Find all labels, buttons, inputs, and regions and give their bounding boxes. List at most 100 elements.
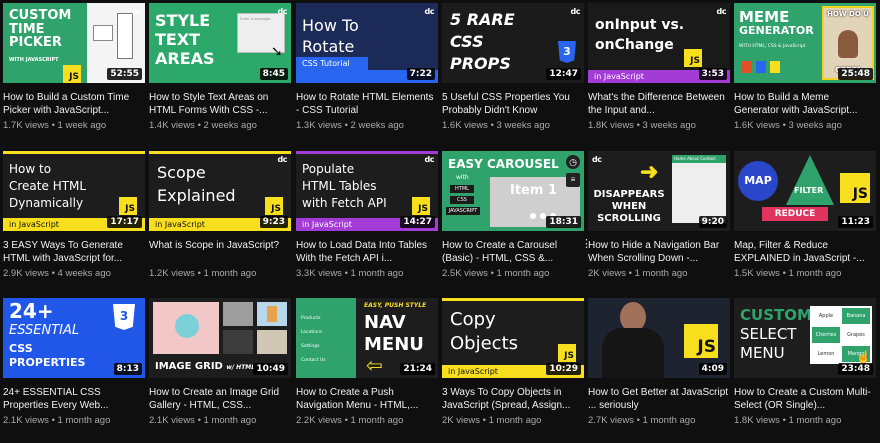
- thumb-heading: onInput vs. onChange: [595, 17, 685, 53]
- duration-badge: 7:22: [406, 68, 435, 80]
- duration-badge: 8:45: [259, 68, 288, 80]
- thumb-subtext: EASY, PUSH STYLE: [364, 302, 427, 309]
- video-card[interactable]: MEME GENERATOR WITH HTML, CSS & JavaScrip…: [734, 3, 876, 131]
- thumb-heading: NAV MENU: [364, 312, 424, 355]
- view-count: 3.3K views: [296, 268, 342, 279]
- video-card[interactable]: CUSTOM TIME PICKER WITH JAVASCRIPT JS dc 5…: [3, 3, 145, 131]
- thumb-subtext: with: [456, 174, 469, 181]
- channel-logo-icon: dc: [716, 7, 727, 16]
- video-title[interactable]: How to Get Better at JavaScript ... seri…: [588, 386, 730, 412]
- video-thumbnail[interactable]: onInput vs. onChange in JavaScript JS dc …: [588, 3, 730, 83]
- video-card[interactable]: 5 RARE CSS PROPS 3 dc 12:47 5 Useful CSS P…: [442, 3, 584, 131]
- channel-logo-icon: dc: [592, 155, 602, 164]
- thumb-heading: Scope Explained: [157, 163, 236, 205]
- video-card[interactable]: Scope Explained in JavaScript JS dc 9:23 …: [149, 151, 291, 279]
- video-title[interactable]: How to Create an Image Grid Gallery - HT…: [149, 386, 291, 412]
- js-logo-icon: JS: [119, 197, 137, 215]
- view-count: 1.8K views: [734, 415, 780, 426]
- video-thumbnail[interactable]: Scope Explained in JavaScript JS dc 9:23: [149, 151, 291, 231]
- js-logo-icon: JS: [412, 197, 430, 215]
- video-title[interactable]: 24+ ESSENTIAL CSS Properties Every Web..…: [3, 386, 145, 412]
- thumb-subtext: WITH HTML, CSS & JavaScript: [739, 44, 806, 49]
- video-card[interactable]: Copy Objects in JavaScript JS 10:29 3 Way…: [442, 298, 584, 426]
- topic-tag: in JavaScript: [448, 367, 498, 376]
- video-title[interactable]: What's the Difference Between the Input …: [588, 91, 730, 117]
- upload-age: 1 month ago: [788, 268, 842, 279]
- video-card[interactable]: 24+ ESSENTIAL CSS PROPERTIES 3 8:13 24+ E…: [3, 298, 145, 426]
- video-card[interactable]: How to Create HTML Dynamically in JavaScri…: [3, 151, 145, 279]
- video-title[interactable]: How to Load Data Into Tables With the Fe…: [296, 239, 438, 265]
- video-thumbnail[interactable]: CUSTOM TIME PICKER WITH JAVASCRIPT JS dc 5…: [3, 3, 145, 83]
- video-thumbnail[interactable]: EASY CAROUSEL with HTML CSS JAVASCRIPT I…: [442, 151, 584, 231]
- html-chip: HTML: [450, 185, 474, 193]
- upload-age: 1 week ago: [57, 120, 107, 131]
- video-title[interactable]: How to Build a Custom Time Picker with J…: [3, 91, 145, 117]
- video-title[interactable]: How to Style Text Areas on HTML Forms Wi…: [149, 91, 291, 117]
- video-card[interactable]: EASY CAROUSEL with HTML CSS JAVASCRIPT I…: [442, 151, 592, 279]
- video-meta: 3.3K views • 1 month ago: [296, 268, 404, 279]
- presenter-body: [602, 328, 664, 378]
- video-meta: 2.1K views • 1 month ago: [149, 415, 257, 426]
- video-title[interactable]: 3 EASY Ways To Generate HTML with JavaSc…: [3, 239, 145, 265]
- video-thumbnail[interactable]: MEME GENERATOR WITH HTML, CSS & JavaScrip…: [734, 3, 876, 83]
- video-thumbnail[interactable]: CUSTOM SELECT MENU Apple Banana Cherries G…: [734, 298, 876, 378]
- video-thumbnail[interactable]: 24+ ESSENTIAL CSS PROPERTIES 3 8:13: [3, 298, 145, 378]
- video-thumbnail[interactable]: STYLE TEXT AREAS Enter a message... ➘ dc 8…: [149, 3, 291, 83]
- view-count: 1.3K views: [296, 120, 342, 131]
- video-thumbnail[interactable]: How To Rotate CSS Tutorial dc 7:22: [296, 3, 438, 83]
- video-title[interactable]: How to Build a Meme Generator with JavaS…: [734, 91, 876, 117]
- upload-age: 3 weeks ago: [496, 120, 550, 131]
- duration-badge: 10:29: [546, 363, 581, 375]
- video-thumbnail[interactable]: MAP FILTER REDUCE JS 11:23: [734, 151, 876, 231]
- video-thumbnail[interactable]: JS 4:09: [588, 298, 730, 378]
- js-logo-icon: JS: [265, 197, 283, 215]
- video-card[interactable]: IMAGE GRID w/ HTML 10:49 How to Create a…: [149, 298, 291, 426]
- video-title[interactable]: How to Create a Carousel (Basic) - HTML,…: [442, 239, 584, 265]
- grid-image-3: [257, 302, 287, 326]
- video-thumbnail[interactable]: Products Locations Settings Contact Us E…: [296, 298, 438, 378]
- video-title[interactable]: Map, Filter & Reduce EXPLAINED in JavaSc…: [734, 239, 876, 265]
- video-title[interactable]: What is Scope in JavaScript?: [149, 239, 291, 265]
- video-thumbnail[interactable]: Populate HTML Tables with Fetch API in Jav…: [296, 151, 438, 231]
- video-thumbnail[interactable]: How to Create HTML Dynamically in JavaScri…: [3, 151, 145, 231]
- thumb-heading: DISAPPEARS WHEN SCROLLING: [593, 189, 665, 224]
- css3-logo-icon: 3: [558, 41, 576, 63]
- video-thumbnail[interactable]: IMAGE GRID w/ HTML 10:49: [149, 298, 291, 378]
- upload-age: 3 weeks ago: [642, 120, 696, 131]
- video-card[interactable]: MAP FILTER REDUCE JS 11:23 Map, Filter &…: [734, 151, 876, 279]
- map-circle: MAP: [738, 161, 778, 201]
- thumb-heading: How to Create HTML Dynamically: [9, 162, 87, 210]
- upload-age: 1 month ago: [203, 415, 257, 426]
- video-title[interactable]: How to Create a Push Navigation Menu - H…: [296, 386, 438, 412]
- js-logo-icon: JS: [840, 173, 870, 203]
- channel-logo-icon: dc: [424, 7, 435, 16]
- video-meta: 1.6K views • 3 weeks ago: [734, 120, 842, 131]
- add-to-queue-icon[interactable]: ≡: [566, 173, 580, 187]
- video-thumbnail[interactable]: Home About Contact ➜ DISAPPEARS WHEN SCROL…: [588, 151, 730, 231]
- video-card[interactable]: CUSTOM SELECT MENU Apple Banana Cherries G…: [734, 298, 876, 426]
- video-thumbnail[interactable]: 5 RARE CSS PROPS 3 dc 12:47: [442, 3, 584, 83]
- video-title[interactable]: How to Rotate HTML Elements - CSS Tutori…: [296, 91, 438, 117]
- view-count: 1.7K views: [3, 120, 49, 131]
- video-card[interactable]: onInput vs. onChange in JavaScript JS dc …: [588, 3, 730, 131]
- watch-later-icon[interactable]: ◷: [566, 155, 580, 169]
- duration-badge: 21:24: [400, 363, 435, 375]
- view-count: 1.2K views: [149, 268, 195, 279]
- video-title[interactable]: How to Create a Custom Multi-Select (OR …: [734, 386, 876, 412]
- filter-label: FILTER: [794, 186, 824, 195]
- duration-badge: 25:48: [838, 68, 873, 80]
- video-meta: 1.2K views • 1 month ago: [149, 268, 257, 279]
- video-title[interactable]: 5 Useful CSS Properties You Probably Did…: [442, 91, 584, 117]
- video-card[interactable]: Populate HTML Tables with Fetch API in Jav…: [296, 151, 438, 279]
- video-card[interactable]: JS 4:09 How to Get Better at JavaScript …: [588, 298, 730, 426]
- thumb-heading: Copy Objects: [450, 309, 519, 354]
- video-card[interactable]: How To Rotate CSS Tutorial dc 7:22 How to…: [296, 3, 438, 131]
- video-title[interactable]: How to Hide a Navigation Bar When Scroll…: [588, 239, 730, 265]
- video-card[interactable]: Products Locations Settings Contact Us E…: [296, 298, 438, 426]
- video-title[interactable]: 3 Ways To Copy Objects in JavaScript (Sp…: [442, 386, 584, 412]
- video-card[interactable]: Home About Contact ➜ DISAPPEARS WHEN SCROL…: [588, 151, 730, 279]
- video-card[interactable]: STYLE TEXT AREAS Enter a message... ➘ dc 8…: [149, 3, 291, 131]
- grid-image-5: [257, 330, 287, 354]
- video-thumbnail[interactable]: Copy Objects in JavaScript JS 10:29: [442, 298, 584, 378]
- view-count: 2.1K views: [3, 415, 49, 426]
